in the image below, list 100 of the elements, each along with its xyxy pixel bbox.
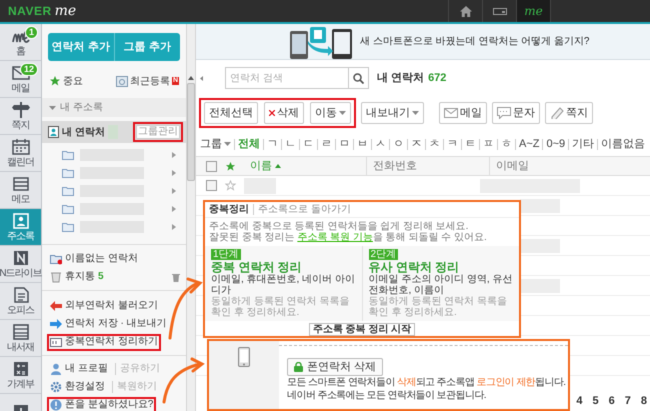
nav-rail-item[interactable]: 메일 12 [0, 61, 41, 98]
scrollbar-thumb[interactable] [187, 83, 195, 181]
toolbar-button[interactable]: 쪽지 [545, 102, 593, 124]
person-icon [50, 363, 62, 375]
chevron-right-icon [172, 152, 176, 158]
count-badge: 12 [20, 63, 38, 76]
warning-text: 모든 스마트폰 연락처들이 삭제되고 주소록앱 로그인이 제한됩니다. [287, 377, 566, 389]
page-link[interactable]: 8 [640, 392, 647, 410]
lock-icon [294, 362, 303, 372]
scroll-up-icon [188, 76, 194, 80]
index-filter-tab[interactable]: ㄹ [317, 138, 335, 150]
page-link[interactable]: 6 [608, 392, 615, 410]
index-filter-tab[interactable]: 전체 [234, 138, 263, 150]
envelope-icon [444, 107, 458, 119]
quick-link[interactable]: 최근등록 [130, 74, 170, 88]
index-filter-tab[interactable]: ㄱ [263, 138, 281, 150]
banner-text: 새 스마트폰으로 바꿨는데 연락처는 어떻게 옮기지? [360, 35, 590, 49]
naver-logo: NAVER [8, 3, 52, 20]
index-filter-tab[interactable]: ㅊ [425, 138, 443, 150]
chevron-right-icon [172, 170, 176, 176]
star-icon [225, 160, 236, 172]
sidebar-link[interactable]: 환경설정 [65, 381, 105, 393]
index-filter-tab[interactable]: 기타 [568, 138, 598, 150]
caret-icon [224, 142, 231, 146]
contact-card-icon [48, 126, 59, 138]
panel-title: 중복정리 [209, 204, 249, 215]
me-logo: me [54, 4, 76, 18]
left-arrow-icon [50, 300, 62, 312]
sidebar-link[interactable]: 내 프로필 [65, 363, 108, 375]
topbar-tab[interactable]: me [516, 0, 550, 22]
page-link[interactable]: 4 [576, 392, 582, 410]
search-field[interactable]: 연락처 검색 [225, 67, 349, 89]
index-filter-tab[interactable]: ㄷ [299, 138, 317, 150]
back-link[interactable]: 주소록으로 돌아가기 [253, 204, 351, 215]
step-criteria: 이메일, 휴대폰번호, 네이버 아이디가 [211, 274, 356, 296]
nav-rail-item[interactable]: 홈 1 [0, 24, 41, 61]
column-header[interactable]: 이메일 [496, 158, 529, 174]
toolbar-button[interactable]: 내보내기 [361, 102, 424, 124]
sidebar-link[interactable]: 외부연락처 불러오기 [65, 300, 158, 312]
toolbar-button[interactable]: 메일 [439, 102, 487, 124]
sidebar-link[interactable]: 휴지통 [65, 271, 95, 283]
index-filter-tab[interactable]: 이름없음 [597, 138, 648, 150]
card-icon [50, 336, 62, 348]
right-arrow-icon [50, 318, 62, 330]
index-filter-tab[interactable]: ㅈ [407, 138, 425, 150]
note-text: 주소록에 중복으로 등록된 연락처들을 쉽게 정리해 보세요. [209, 221, 470, 232]
blurred-text [520, 238, 560, 252]
blurred-text [520, 198, 560, 212]
index-filter-tab[interactable]: ㅋ [443, 138, 461, 150]
toolbar-button[interactable]: 삭제 [264, 102, 304, 124]
phone-icon [238, 347, 250, 367]
search-button[interactable] [349, 67, 369, 89]
blurred-text [520, 278, 560, 292]
group-filter-dropdown[interactable]: 그룹 [200, 136, 234, 152]
index-filter-tab[interactable]: ㅍ [479, 138, 497, 150]
search-icon [353, 72, 364, 84]
speech-bubble-icon [497, 107, 511, 119]
sidebar-link[interactable]: 중복연락처 정리하기 [65, 336, 158, 348]
drive-icon [12, 250, 30, 266]
index-filter-tab[interactable]: ㅌ [461, 138, 479, 150]
start-dedupe-button[interactable]: 주소록 중복 정리 시작 [308, 323, 416, 336]
quick-link[interactable]: 중요 [63, 74, 83, 88]
sidebar-link[interactable]: 폰을 분실하셨나요? [65, 399, 154, 411]
chevron-right-icon [172, 188, 176, 194]
column-header[interactable]: 전화번호 [373, 158, 417, 174]
page-link[interactable]: 7 [624, 392, 631, 410]
step-badge: 1단계 [211, 249, 241, 260]
section-title: 내 주소록 [60, 101, 103, 115]
folder-icon [62, 204, 74, 214]
sidebar-link[interactable]: 연락처 저장 · 내보내기 [65, 318, 167, 330]
checkbox[interactable] [206, 160, 217, 172]
arrow [162, 358, 205, 404]
toolbar-button[interactable]: 전체선택 [204, 102, 258, 124]
folder-icon [62, 168, 74, 178]
document-icon [12, 286, 30, 302]
toolbar-button[interactable]: 문자 [492, 102, 540, 124]
index-filter-tab[interactable]: ㅇ [389, 138, 407, 150]
folder-icon [62, 186, 74, 196]
step-badge: 2단계 [368, 249, 398, 260]
step-hint: 동일하게 등록된 연락처 목록을 확인 후 정리하세요. [211, 296, 350, 318]
step-title: 유사 연락처 정리 [368, 260, 460, 274]
index-filter-tab[interactable]: 0~9 [542, 138, 568, 150]
index-filter-tab[interactable]: ㅂ [353, 138, 371, 150]
sidebar-link[interactable]: 이름없는 연락처 [65, 253, 138, 265]
step-title: 중복 연락처 정리 [211, 260, 302, 274]
count-label: 5 [98, 271, 104, 283]
page-link[interactable]: 5 [592, 392, 599, 410]
index-filter-tab[interactable]: ㅅ [371, 138, 389, 150]
index-filter-tab[interactable]: ㄴ [281, 138, 299, 150]
note-text: 잘못된 중복 정리는 주소록 복원 기능을 통해 되돌릴 수 있어요. [209, 232, 488, 243]
checkbox[interactable] [206, 180, 217, 191]
rectangle-icon [492, 8, 506, 14]
delete-phone-contacts-button[interactable]: 폰연락처 삭제 [287, 358, 384, 376]
trash-icon [50, 271, 62, 283]
index-filter-tab[interactable]: A~Z [515, 138, 542, 150]
contact-group-item[interactable]: 내 연락처 그룹관리 [42, 121, 186, 143]
index-filter-tab[interactable]: ㅁ [335, 138, 353, 150]
index-filter-tab[interactable]: ㅎ [497, 138, 515, 150]
trash-icon [172, 272, 180, 282]
toolbar-button[interactable]: 이동 [310, 102, 351, 124]
